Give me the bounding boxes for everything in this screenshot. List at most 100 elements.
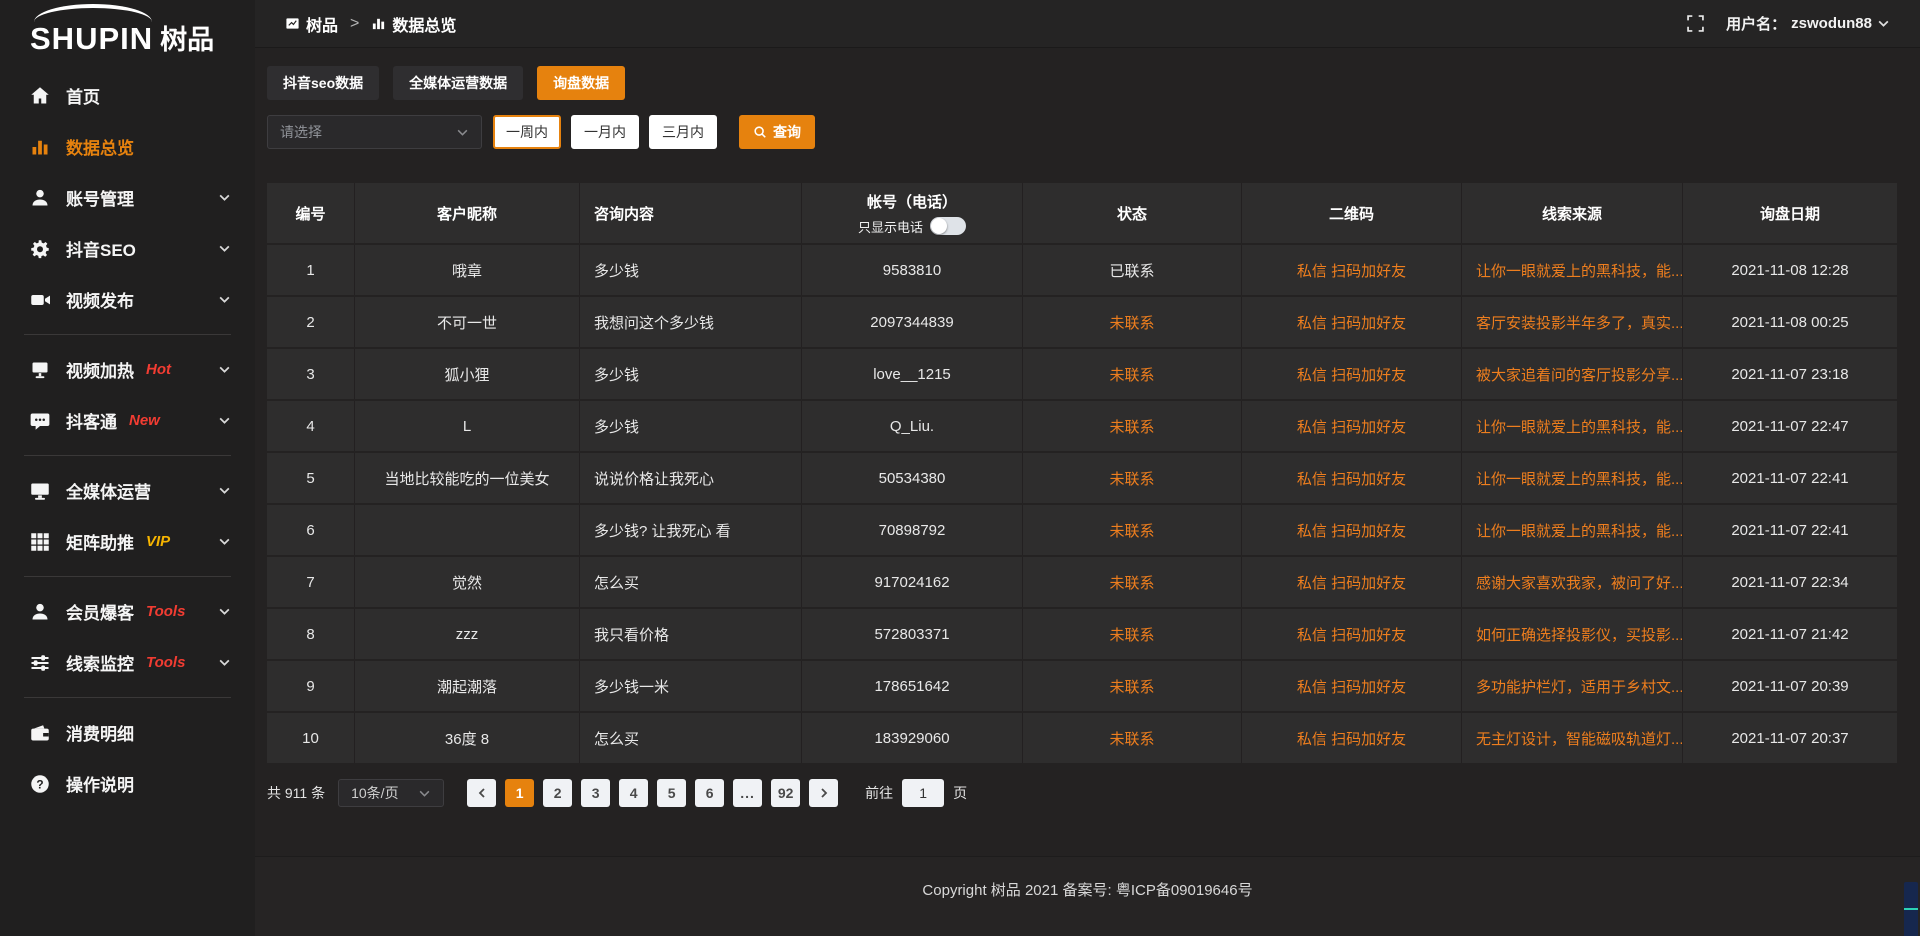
cell-source-link[interactable]: 如何正确选择投影仪，买投影... <box>1462 609 1683 659</box>
sidebar-item-9[interactable]: 全媒体运营 <box>0 465 255 516</box>
more-pages-button[interactable]: ... <box>733 779 762 807</box>
sidebar-item-badge: Hot <box>146 361 171 378</box>
cell-date: 2021-11-07 22:34 <box>1683 557 1897 607</box>
sidebar-item-0[interactable]: 首页 <box>0 70 255 121</box>
goto-page-input[interactable] <box>902 779 944 807</box>
tab-2[interactable]: 询盘数据 <box>537 66 625 100</box>
column-header-qrcode: 二维码 <box>1242 183 1462 243</box>
cell-source-link[interactable]: 感谢大家喜欢我家，被问了好... <box>1462 557 1683 607</box>
sidebar-item-16[interactable]: ?操作说明 <box>0 758 255 809</box>
tab-0[interactable]: 抖音seo数据 <box>267 66 379 100</box>
cell-source-link[interactable]: 让你一眼就爱上的黑科技，能... <box>1462 245 1683 295</box>
user-icon <box>30 602 50 622</box>
cell-account: 2097344839 <box>802 297 1023 347</box>
table-row: 1036度 8怎么买183929060未联系私信 扫码加好友无主灯设计，智能磁吸… <box>267 711 1897 763</box>
sidebar-item-10[interactable]: 矩阵助推VIP <box>0 516 255 567</box>
page-button-6[interactable]: 6 <box>695 779 724 807</box>
main-column: 树品 > 数据总览 用户名： zswodun88 抖音 <box>255 0 1920 936</box>
inquiry-table: 编号 客户昵称 咨询内容 帐号（电话） 只显示电话 状态 二维码 线索来源 询盘… <box>267 183 1897 763</box>
cell-qrcode-link[interactable]: 私信 扫码加好友 <box>1242 401 1462 451</box>
toggle-knob <box>931 218 947 234</box>
cell-content: 我想问这个多少钱 <box>580 297 802 347</box>
footer: Copyright 树品 2021 备案号: 粤ICP备09019646号 <box>255 856 1920 936</box>
cell-account: 572803371 <box>802 609 1023 659</box>
cell-status: 已联系 <box>1023 245 1242 295</box>
page-size-select[interactable]: 10条/页 <box>338 779 444 807</box>
sidebar-item-2[interactable]: 账号管理 <box>0 172 255 223</box>
chevron-down-icon <box>218 293 231 306</box>
phone-only-toggle[interactable] <box>930 217 966 235</box>
cell-qrcode-link[interactable]: 私信 扫码加好友 <box>1242 505 1462 555</box>
breadcrumb-item-brand[interactable]: 树品 <box>285 12 338 36</box>
cell-source-link[interactable]: 让你一眼就爱上的黑科技，能... <box>1462 453 1683 503</box>
cell-qrcode-link[interactable]: 私信 扫码加好友 <box>1242 245 1462 295</box>
phone-only-label: 只显示电话 <box>858 217 923 236</box>
prev-page-button[interactable] <box>467 779 496 807</box>
cell-date: 2021-11-07 20:37 <box>1683 713 1897 763</box>
cell-qrcode-link[interactable]: 私信 扫码加好友 <box>1242 609 1462 659</box>
sidebar-item-1[interactable]: 数据总览 <box>0 121 255 172</box>
range-button-0[interactable]: 一周内 <box>493 115 561 149</box>
goto-unit-label: 页 <box>953 783 967 803</box>
cell-nickname: 哦章 <box>355 245 580 295</box>
cell-qrcode-link[interactable]: 私信 扫码加好友 <box>1242 557 1462 607</box>
sidebar-item-6[interactable]: 视频加热Hot <box>0 344 255 395</box>
table-row: 4L多少钱Q_Liu.未联系私信 扫码加好友让你一眼就爱上的黑科技，能...20… <box>267 399 1897 451</box>
breadcrumb-label: 数据总览 <box>392 12 456 36</box>
content: 抖音seo数据全媒体运营数据询盘数据 请选择 一周内一月内三月内 查询 编号 客… <box>255 48 1920 856</box>
cell-source-link[interactable]: 被大家追着问的客厅投影分享... <box>1462 349 1683 399</box>
cell-content: 多少钱 <box>580 349 802 399</box>
page-button-4[interactable]: 4 <box>619 779 648 807</box>
cell-qrcode-link[interactable]: 私信 扫码加好友 <box>1242 661 1462 711</box>
question-icon: ? <box>30 774 50 794</box>
cell-content: 我只看价格 <box>580 609 802 659</box>
sidebar-item-4[interactable]: 视频发布 <box>0 274 255 325</box>
cell-qrcode-link[interactable]: 私信 扫码加好友 <box>1242 713 1462 763</box>
sidebar-item-15[interactable]: 消费明细 <box>0 707 255 758</box>
cell-source-link[interactable]: 无主灯设计，智能磁吸轨道灯... <box>1462 713 1683 763</box>
range-button-1[interactable]: 一月内 <box>571 115 639 149</box>
search-icon <box>753 125 767 139</box>
sidebar-divider <box>24 455 231 456</box>
cell-source-link[interactable]: 多功能护栏灯，适用于乡村文... <box>1462 661 1683 711</box>
tab-1[interactable]: 全媒体运营数据 <box>393 66 523 100</box>
table-row: 2不可一世我想问这个多少钱2097344839未联系私信 扫码加好友客厅安装投影… <box>267 295 1897 347</box>
page-button-92[interactable]: 92 <box>771 779 800 807</box>
floating-widget[interactable] <box>1904 882 1918 936</box>
cell-status: 未联系 <box>1023 609 1242 659</box>
page-button-2[interactable]: 2 <box>543 779 572 807</box>
cell-qrcode-link[interactable]: 私信 扫码加好友 <box>1242 349 1462 399</box>
page-button-3[interactable]: 3 <box>581 779 610 807</box>
cell-id: 10 <box>267 713 355 763</box>
sidebar-item-label: 会员爆客 <box>66 599 134 624</box>
sidebar-item-7[interactable]: 抖客通New <box>0 395 255 446</box>
sidebar-item-12[interactable]: 会员爆客Tools <box>0 586 255 637</box>
cell-source-link[interactable]: 客厅安装投影半年多了，真实... <box>1462 297 1683 347</box>
table-row: 7觉然怎么买917024162未联系私信 扫码加好友感谢大家喜欢我家，被问了好.… <box>267 555 1897 607</box>
cell-content: 多少钱 <box>580 401 802 451</box>
cell-account: 917024162 <box>802 557 1023 607</box>
cell-source-link[interactable]: 让你一眼就爱上的黑科技，能... <box>1462 401 1683 451</box>
board-icon <box>285 16 300 31</box>
search-button[interactable]: 查询 <box>739 115 815 149</box>
breadcrumb-item-current[interactable]: 数据总览 <box>371 12 456 36</box>
page-button-1[interactable]: 1 <box>505 779 534 807</box>
cell-qrcode-link[interactable]: 私信 扫码加好友 <box>1242 297 1462 347</box>
user-menu[interactable]: 用户名： zswodun88 <box>1726 13 1890 34</box>
sidebar-item-13[interactable]: 线索监控Tools <box>0 637 255 688</box>
fullscreen-icon[interactable] <box>1687 15 1704 32</box>
cell-qrcode-link[interactable]: 私信 扫码加好友 <box>1242 453 1462 503</box>
cell-id: 7 <box>267 557 355 607</box>
sidebar-item-label: 账号管理 <box>66 185 134 210</box>
sidebar-item-3[interactable]: 抖音SEO <box>0 223 255 274</box>
cell-status: 未联系 <box>1023 453 1242 503</box>
page-button-5[interactable]: 5 <box>657 779 686 807</box>
range-button-2[interactable]: 三月内 <box>649 115 717 149</box>
pagination: 共 911 条 10条/页 123456...92 前往 页 <box>267 779 1897 807</box>
cell-content: 说说价格让我死心 <box>580 453 802 503</box>
next-page-button[interactable] <box>809 779 838 807</box>
cell-source-link[interactable]: 让你一眼就爱上的黑科技，能... <box>1462 505 1683 555</box>
copyright-text: Copyright 树品 2021 备案号: 粤ICP备09019646号 <box>922 879 1252 900</box>
cell-date: 2021-11-07 22:47 <box>1683 401 1897 451</box>
filter-select[interactable]: 请选择 <box>267 115 482 149</box>
